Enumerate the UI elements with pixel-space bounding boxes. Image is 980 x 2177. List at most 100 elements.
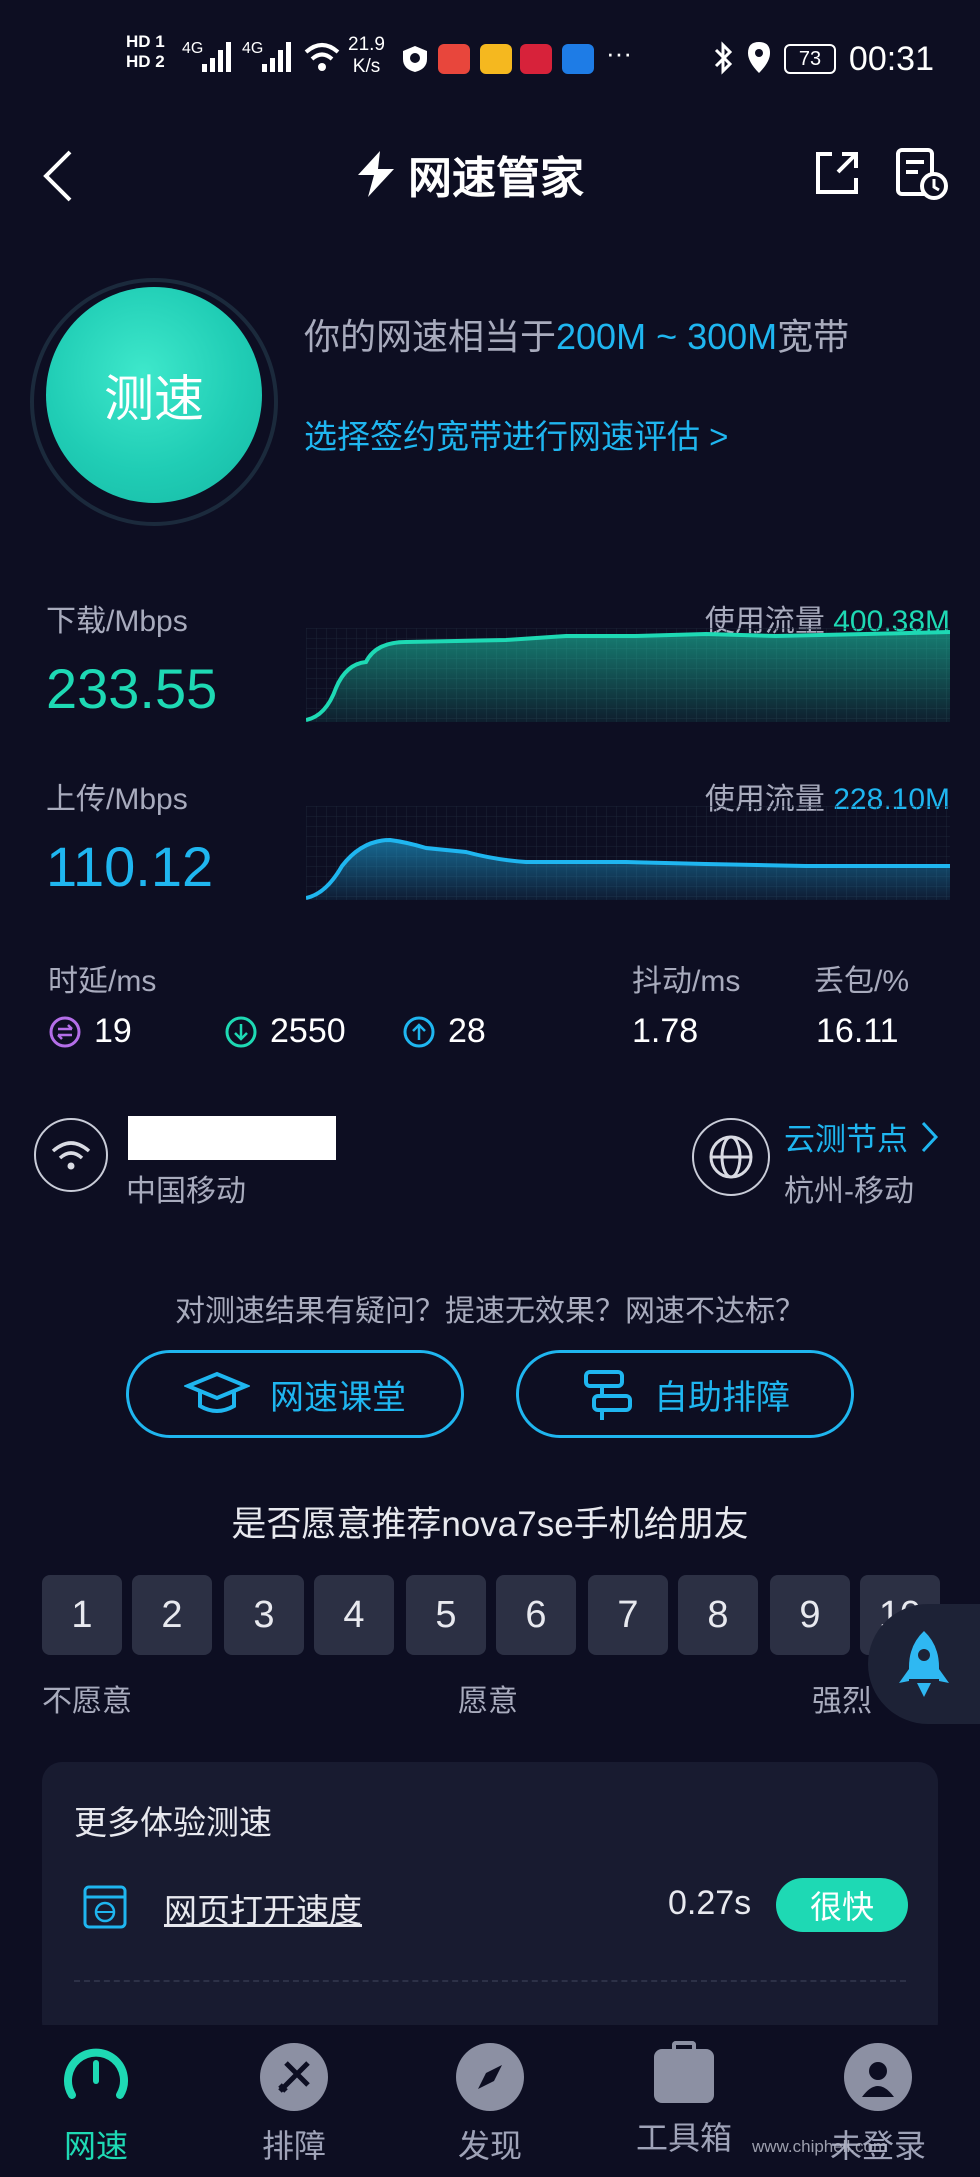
evaluate-broadband-link[interactable]: 选择签约宽带进行网速评估 >: [304, 410, 728, 458]
jitter-value-text: 1.78: [632, 1012, 699, 1050]
mail-app-icon: [480, 44, 512, 74]
tools-icon: [260, 2043, 328, 2111]
bottom-nav: 网速 排障 发现 工具箱 未登录 www.chiphell.com: [0, 2025, 980, 2177]
rocket-icon: [899, 1631, 949, 1697]
node-globe[interactable]: [692, 1118, 770, 1196]
latency-upload-value: 28: [448, 1012, 486, 1050]
survey-high-label: 强烈: [812, 1685, 872, 1718]
self-diagnose-label: 自助排障: [654, 1378, 790, 1417]
app-title-text: 网速管家: [408, 154, 584, 203]
nav-item-toolbox[interactable]: 工具箱: [624, 2041, 744, 2159]
ssid-redacted: [128, 1116, 336, 1160]
survey-low-label: 不愿意: [42, 1685, 132, 1718]
speed-boost-float[interactable]: [868, 1604, 980, 1724]
webpage-speed-link[interactable]: 网页打开速度: [164, 1884, 362, 1932]
bank-app-icon: [520, 44, 552, 74]
battery-level: 73: [798, 47, 822, 70]
idle-latency-icon: [49, 1016, 81, 1047]
wifi-status: [34, 1118, 108, 1192]
latency-idle-value: 19: [94, 1012, 132, 1050]
latency-idle: 19: [48, 1012, 132, 1051]
signpost-icon: [584, 1370, 632, 1420]
loss-value-text: 16.11: [816, 1012, 899, 1050]
score-option-6[interactable]: 6: [496, 1575, 576, 1655]
share-icon[interactable]: [812, 148, 862, 198]
bluetooth-icon: [714, 41, 733, 75]
speed-rating-text: 很快: [809, 1889, 874, 1925]
latency-label: 时延/ms: [48, 965, 157, 998]
upload-latency-icon: [403, 1016, 435, 1047]
user-icon: [844, 2043, 912, 2111]
speedometer-icon: [64, 2048, 128, 2099]
speed-class-label: 网速课堂: [270, 1378, 406, 1417]
latency-download-value: 2550: [270, 1012, 346, 1050]
score-option-7[interactable]: 7: [588, 1575, 668, 1655]
graduation-cap-icon: [184, 1371, 250, 1413]
more-tests-card: 更多体验测速 网页打开速度 0.27s 很快: [42, 1762, 938, 2042]
history-icon[interactable]: [894, 146, 950, 202]
score-option-4[interactable]: 4: [314, 1575, 394, 1655]
score-option-8[interactable]: 8: [678, 1575, 758, 1655]
compass-icon: [456, 2043, 524, 2111]
loss-value: 16.11: [816, 1012, 899, 1051]
cloud-app-icon: [562, 44, 594, 74]
isp-name: 中国移动: [126, 1175, 246, 1208]
sim-indicator: HD 1 HD 2: [126, 32, 165, 72]
card-divider: [74, 1980, 906, 1982]
stock-app-icon: [438, 44, 470, 74]
upload-speed-chart: [306, 806, 950, 900]
result-suffix: 宽带: [777, 316, 850, 357]
clock: 00:31: [848, 40, 934, 78]
app-title: 网速管家: [350, 142, 584, 206]
speed-test-label: 测速: [104, 371, 204, 427]
result-range: 200M ~ 300M: [556, 316, 778, 357]
cloud-node-label: 云测节点: [784, 1122, 908, 1157]
nav-item-speed[interactable]: 网速: [36, 2043, 156, 2167]
upload-value: 110.12: [46, 835, 214, 898]
survey-mid-label: 愿意: [458, 1685, 518, 1718]
more-tests-title: 更多体验测速: [74, 1804, 272, 1841]
watermark-text: www.chiphell.com: [752, 2137, 888, 2156]
sim2-label: HD 2: [126, 52, 165, 71]
upload-label: 上传/Mbps: [46, 783, 188, 816]
latency-upload: 28: [402, 1012, 486, 1051]
score-option-3[interactable]: 3: [224, 1575, 304, 1655]
back-icon[interactable]: [38, 148, 78, 204]
score-option-2[interactable]: 2: [132, 1575, 212, 1655]
score-option-5[interactable]: 5: [406, 1575, 486, 1655]
speed-result-summary: 你的网速相当于200M ~ 300M宽带: [304, 308, 849, 360]
signal-icon: [202, 42, 231, 72]
battery-icon: 73: [784, 44, 836, 74]
chevron-right-icon: [921, 1121, 939, 1152]
app-logo-icon: [358, 151, 394, 197]
net-speed-unit: K/s: [352, 56, 381, 77]
cloud-node-link[interactable]: 云测节点: [784, 1114, 940, 1159]
score-option-1[interactable]: 1: [42, 1575, 122, 1655]
speed-test-button[interactable]: 测速: [46, 287, 262, 503]
node-location: 杭州-移动: [784, 1175, 914, 1208]
survey-question: 是否愿意推荐nova7se手机给朋友: [231, 1505, 749, 1544]
nav-item-diagnose[interactable]: 排障: [234, 2043, 354, 2167]
result-prefix: 你的网速相当于: [304, 316, 557, 357]
toolbox-icon: [654, 2041, 714, 2103]
nav-label-discover: 发现: [457, 2128, 522, 2164]
nav-item-discover[interactable]: 发现: [430, 2043, 550, 2167]
jitter-value: 1.78: [632, 1012, 698, 1051]
score-option-9[interactable]: 9: [770, 1575, 850, 1655]
jitter-label: 抖动/ms: [632, 965, 741, 998]
download-latency-icon: [225, 1016, 257, 1047]
webpage-icon: [83, 1885, 127, 1929]
download-value: 233.55: [46, 657, 218, 720]
wifi-network-icon: [51, 1141, 91, 1170]
location-icon: [748, 42, 770, 73]
status-bar: HD 1 HD 2 4G 4G 21.9 K/s ··· 73 00:31: [0, 0, 980, 110]
net-speed: 21.9 K/s: [348, 34, 385, 78]
self-diagnose-button[interactable]: 自助排障: [516, 1350, 854, 1438]
speed-rating-badge: 很快: [776, 1878, 908, 1932]
signal-icon-2: [262, 42, 291, 72]
wifi-icon: [304, 43, 340, 71]
download-label: 下载/Mbps: [46, 605, 188, 638]
webpage-speed-value: 0.27s: [668, 1884, 752, 1922]
nav-label-diagnose: 排障: [261, 2128, 326, 2164]
speed-class-button[interactable]: 网速课堂: [126, 1350, 464, 1438]
